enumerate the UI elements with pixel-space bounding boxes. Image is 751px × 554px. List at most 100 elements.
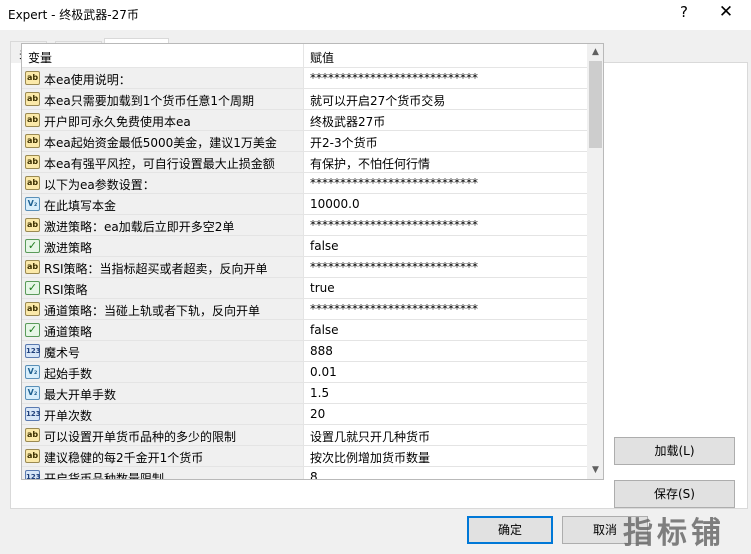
- close-icon[interactable]: ✕: [716, 2, 736, 22]
- parameter-value[interactable]: 10000.0: [310, 197, 360, 211]
- parameter-name-cell[interactable]: ab 以下为ea参数设置：: [22, 173, 303, 194]
- parameter-value[interactable]: ****************************: [310, 176, 478, 190]
- parameter-value-cell[interactable]: 终极武器27币: [303, 110, 587, 131]
- parameter-value-cell[interactable]: 888: [303, 341, 587, 362]
- parameter-value[interactable]: ****************************: [310, 302, 478, 316]
- parameter-name-cell[interactable]: ab 建议稳健的每2千金开1个货币: [22, 446, 303, 467]
- string-type-icon: ab: [25, 218, 40, 232]
- parameter-value-cell[interactable]: ****************************: [303, 257, 587, 278]
- parameter-value[interactable]: ****************************: [310, 71, 478, 85]
- parameter-name-cell[interactable]: ab 本ea有强平风控，可自行设置最大止损金额: [22, 152, 303, 173]
- parameter-name-cell[interactable]: ab 开户即可永久免费使用本ea: [22, 110, 303, 131]
- window-title: Expert - 终极武器-27币: [8, 8, 139, 22]
- parameter-name: 建议稳健的每2千金开1个货币: [44, 451, 204, 465]
- parameter-value-cell[interactable]: ****************************: [303, 68, 587, 89]
- parameter-name-cell[interactable]: ab 通道策略：当碰上轨或者下轨，反向开单: [22, 299, 303, 320]
- parameter-value[interactable]: 设置几就只开几种货币: [310, 428, 430, 445]
- table-row[interactable]: ab 本ea使用说明： ****************************: [22, 68, 587, 89]
- table-row[interactable]: 123 开启货币品种数量限制 8: [22, 467, 587, 479]
- parameter-value-cell[interactable]: 有保护，不怕任何行情: [303, 152, 587, 173]
- parameter-value-cell[interactable]: false: [303, 320, 587, 341]
- parameter-value[interactable]: false: [310, 239, 339, 253]
- scroll-thumb[interactable]: [589, 61, 602, 148]
- table-row[interactable]: V₂ 最大开单手数 1.5: [22, 383, 587, 404]
- table-row[interactable]: 123 开单次数 20: [22, 404, 587, 425]
- parameter-name-cell[interactable]: ab 本ea起始资金最低5000美金，建议1万美金: [22, 131, 303, 152]
- table-row[interactable]: ab 可以设置开单货币品种的多少的限制 设置几就只开几种货币: [22, 425, 587, 446]
- vertical-scrollbar[interactable]: ▲ ▼: [587, 44, 603, 479]
- table-row[interactable]: ab RSI策略：当指标超买或者超卖，反向开单 ******************…: [22, 257, 587, 278]
- parameter-name: 本ea起始资金最低5000美金，建议1万美金: [44, 136, 277, 150]
- scroll-up-icon[interactable]: ▲: [587, 44, 603, 61]
- parameter-value[interactable]: 1.5: [310, 386, 329, 400]
- parameter-name-cell[interactable]: 123 魔术号: [22, 341, 303, 362]
- table-row[interactable]: ab 通道策略：当碰上轨或者下轨，反向开单 ********************…: [22, 299, 587, 320]
- bool-type-icon: ✓: [25, 323, 40, 337]
- parameter-name-cell[interactable]: ab 激进策略：ea加载后立即开多空2单: [22, 215, 303, 236]
- parameter-value-cell[interactable]: 20: [303, 404, 587, 425]
- parameter-name-cell[interactable]: 123 开启货币品种数量限制: [22, 467, 303, 479]
- parameter-name-cell[interactable]: ab RSI策略：当指标超买或者超卖，反向开单: [22, 257, 303, 278]
- column-divider[interactable]: [303, 44, 304, 68]
- parameter-name-cell[interactable]: V₂ 最大开单手数: [22, 383, 303, 404]
- save-button[interactable]: 保存(S): [614, 480, 735, 508]
- parameter-value-cell[interactable]: 设置几就只开几种货币: [303, 425, 587, 446]
- parameter-value[interactable]: 8: [310, 470, 318, 479]
- parameter-value[interactable]: false: [310, 323, 339, 337]
- parameter-name-cell[interactable]: V₂ 在此填写本金: [22, 194, 303, 215]
- parameter-value-cell[interactable]: false: [303, 236, 587, 257]
- table-row[interactable]: ab 建议稳健的每2千金开1个货币 按次比例增加货币数量: [22, 446, 587, 467]
- parameter-value-cell[interactable]: 1.5: [303, 383, 587, 404]
- parameter-value-cell[interactable]: true: [303, 278, 587, 299]
- parameter-value-cell[interactable]: 开2-3个货币: [303, 131, 587, 152]
- parameter-value[interactable]: 就可以开启27个货币交易: [310, 92, 445, 109]
- parameter-name-cell[interactable]: ab 可以设置开单货币品种的多少的限制: [22, 425, 303, 446]
- parameter-name: 本ea使用说明：: [44, 73, 131, 87]
- parameter-value[interactable]: ****************************: [310, 260, 478, 274]
- parameter-name-cell[interactable]: ab 本ea只需要加载到1个货币任意1个周期: [22, 89, 303, 110]
- table-row[interactable]: ✓ 激进策略 false: [22, 236, 587, 257]
- parameter-value[interactable]: 888: [310, 344, 333, 358]
- table-row[interactable]: ✓ 通道策略 false: [22, 320, 587, 341]
- parameter-value[interactable]: 按次比例增加货币数量: [310, 449, 430, 466]
- parameter-name-cell[interactable]: ✓ 通道策略: [22, 320, 303, 341]
- parameter-name-cell[interactable]: 123 开单次数: [22, 404, 303, 425]
- parameter-value-cell[interactable]: 8: [303, 467, 587, 479]
- parameter-value-cell[interactable]: ****************************: [303, 299, 587, 320]
- string-type-icon: ab: [25, 113, 40, 127]
- table-row[interactable]: V₂ 在此填写本金 10000.0: [22, 194, 587, 215]
- parameter-name-cell[interactable]: ✓ RSI策略: [22, 278, 303, 299]
- parameter-value[interactable]: 0.01: [310, 365, 337, 379]
- table-row[interactable]: V₂ 起始手数 0.01: [22, 362, 587, 383]
- table-row[interactable]: ab 本ea只需要加载到1个货币任意1个周期 就可以开启27个货币交易: [22, 89, 587, 110]
- parameter-value[interactable]: true: [310, 281, 335, 295]
- parameter-name-cell[interactable]: ab 本ea使用说明：: [22, 68, 303, 89]
- parameter-value-cell[interactable]: 0.01: [303, 362, 587, 383]
- parameter-value[interactable]: 有保护，不怕任何行情: [310, 155, 430, 172]
- ok-button[interactable]: 确定: [467, 516, 553, 544]
- parameter-value-cell[interactable]: ****************************: [303, 173, 587, 194]
- parameter-value-cell[interactable]: 10000.0: [303, 194, 587, 215]
- table-row[interactable]: 123 魔术号 888: [22, 341, 587, 362]
- parameter-value-cell[interactable]: 按次比例增加货币数量: [303, 446, 587, 467]
- parameter-value-cell[interactable]: 就可以开启27个货币交易: [303, 89, 587, 110]
- parameter-name-cell[interactable]: ✓ 激进策略: [22, 236, 303, 257]
- table-row[interactable]: ab 开户即可永久免费使用本ea 终极武器27币: [22, 110, 587, 131]
- table-row[interactable]: ab 激进策略：ea加载后立即开多空2单 *********************…: [22, 215, 587, 236]
- help-icon[interactable]: ?: [676, 3, 692, 21]
- table-row[interactable]: ab 以下为ea参数设置： ****************************: [22, 173, 587, 194]
- load-button[interactable]: 加载(L): [614, 437, 735, 465]
- column-header-variable[interactable]: 变量: [28, 49, 52, 66]
- string-type-icon: ab: [25, 449, 40, 463]
- table-row[interactable]: ab 本ea有强平风控，可自行设置最大止损金额 有保护，不怕任何行情: [22, 152, 587, 173]
- parameter-value-cell[interactable]: ****************************: [303, 215, 587, 236]
- column-header-value[interactable]: 赋值: [310, 49, 334, 66]
- parameter-value[interactable]: 开2-3个货币: [310, 134, 378, 151]
- table-row[interactable]: ✓ RSI策略 true: [22, 278, 587, 299]
- parameter-value[interactable]: ****************************: [310, 218, 478, 232]
- scroll-down-icon[interactable]: ▼: [587, 462, 603, 479]
- parameter-value[interactable]: 终极武器27币: [310, 113, 385, 130]
- parameter-name-cell[interactable]: V₂ 起始手数: [22, 362, 303, 383]
- parameter-value[interactable]: 20: [310, 407, 325, 421]
- table-row[interactable]: ab 本ea起始资金最低5000美金，建议1万美金 开2-3个货币: [22, 131, 587, 152]
